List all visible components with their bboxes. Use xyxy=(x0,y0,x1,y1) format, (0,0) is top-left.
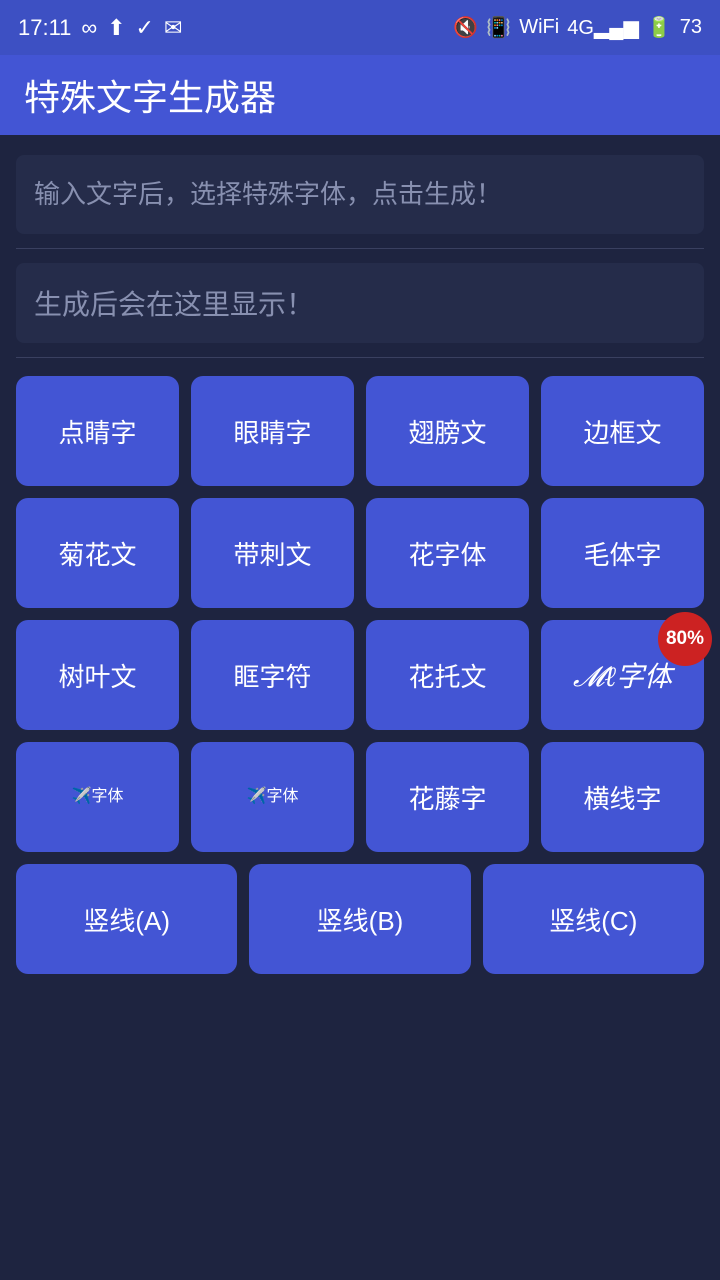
status-bar: 17:11 ∞ ⬆ ✓ ✉ 🔇 📳 WiFi 4G▂▄▆ 🔋 73 xyxy=(0,0,720,55)
btn-shuxian-a[interactable]: 竖线(A) xyxy=(16,864,237,974)
status-left: 17:11 ∞ ⬆ ✓ ✉ xyxy=(18,15,182,41)
divider-1 xyxy=(16,248,704,249)
app-header: 特殊文字生成器 xyxy=(0,55,720,135)
button-row-3: 树叶文 眶字符 花托文 𝓜ℓ字体 80% xyxy=(16,620,704,730)
btn-juhua[interactable]: 菊花文 xyxy=(16,498,179,608)
output-area: 生成后会在这里显示！ xyxy=(16,263,704,343)
btn-shuxian-c[interactable]: 竖线(C) xyxy=(483,864,704,974)
btn-shuxian-b[interactable]: 竖线(B) xyxy=(249,864,470,974)
btn-ml[interactable]: 𝓜ℓ字体 80% xyxy=(541,620,704,730)
input-placeholder: 输入文字后，选择特殊字体，点击生成！ xyxy=(34,175,686,214)
btn-biankuang[interactable]: 边框文 xyxy=(541,376,704,486)
button-row-5: 竖线(A) 竖线(B) 竖线(C) xyxy=(16,864,704,974)
btn-huatuo[interactable]: 花托文 xyxy=(366,620,529,730)
vibrate-icon: 📳 xyxy=(486,15,511,40)
input-area[interactable]: 输入文字后，选择特殊字体，点击生成！ xyxy=(16,155,704,234)
btn-kuang[interactable]: 眶字符 xyxy=(191,620,354,730)
btn-shuye[interactable]: 树叶文 xyxy=(16,620,179,730)
upload-icon: ⬆ xyxy=(107,15,125,41)
signal-icon: 4G▂▄▆ xyxy=(567,15,639,40)
btn-maoti[interactable]: 毛体字 xyxy=(541,498,704,608)
button-row-4: ✈️字体 ✈️字体 花藤字 横线字 xyxy=(16,742,704,852)
battery-icon: 🔋 xyxy=(647,15,672,40)
btn-chibang[interactable]: 翅膀文 xyxy=(366,376,529,486)
btn-dianjing[interactable]: 点睛字 xyxy=(16,376,179,486)
output-placeholder: 生成后会在这里显示！ xyxy=(34,283,686,323)
mute-icon: 🔇 xyxy=(453,15,478,40)
wifi-icon: WiFi xyxy=(519,16,559,39)
app-title: 特殊文字生成器 xyxy=(24,69,276,121)
divider-2 xyxy=(16,357,704,358)
battery-level: 73 xyxy=(680,16,702,39)
status-right: 🔇 📳 WiFi 4G▂▄▆ 🔋 73 xyxy=(453,15,702,40)
btn-hengxian[interactable]: 横线字 xyxy=(541,742,704,852)
badge-80: 80% xyxy=(658,612,712,666)
btn-daici[interactable]: 带刺文 xyxy=(191,498,354,608)
btn-plane2[interactable]: ✈️字体 xyxy=(191,742,354,852)
btn-yanjing[interactable]: 眼睛字 xyxy=(191,376,354,486)
btn-huateng[interactable]: 花藤字 xyxy=(366,742,529,852)
status-time: 17:11 xyxy=(18,15,71,41)
check-circle-icon: ✓ xyxy=(136,15,154,41)
btn-huazi[interactable]: 花字体 xyxy=(366,498,529,608)
infinity-icon: ∞ xyxy=(81,15,97,41)
button-row-1: 点睛字 眼睛字 翅膀文 边框文 xyxy=(16,376,704,486)
main-content: 输入文字后，选择特殊字体，点击生成！ 生成后会在这里显示！ 点睛字 眼睛字 翅膀… xyxy=(0,135,720,1280)
btn-plane1-label: ✈️字体 xyxy=(72,787,124,806)
btn-ml-label: 𝓜ℓ字体 xyxy=(573,655,672,695)
btn-plane1[interactable]: ✈️字体 xyxy=(16,742,179,852)
btn-plane2-label: ✈️字体 xyxy=(247,787,299,806)
message-icon: ✉ xyxy=(164,15,182,41)
button-row-2: 菊花文 带刺文 花字体 毛体字 xyxy=(16,498,704,608)
